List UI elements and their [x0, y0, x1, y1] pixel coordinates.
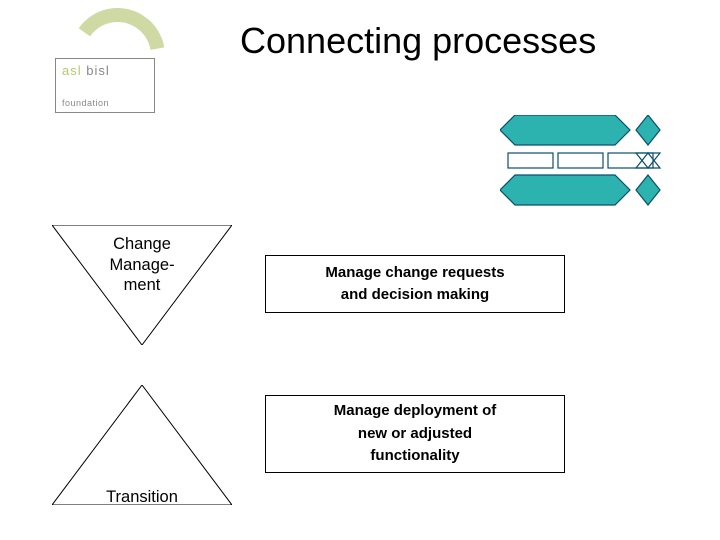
transition-triangle — [52, 385, 232, 505]
tri-down-small-icon — [636, 153, 660, 168]
logo-box: asl bisl foundation — [55, 58, 155, 113]
box2-line3: functionality — [370, 447, 459, 464]
mini-diagram — [500, 115, 690, 215]
hex-bottom-icon — [500, 175, 630, 205]
box1-line1: Manage change requests — [325, 264, 504, 281]
tri-up-small-icon — [636, 153, 660, 168]
logo-asl: asl — [62, 63, 82, 78]
change-mgmt-label: Change Manage- ment — [52, 234, 232, 296]
logo-main-text: asl bisl — [62, 63, 148, 78]
box2-line2: new or adjusted — [358, 425, 472, 442]
page-title: Connecting processes — [240, 20, 596, 62]
change-mgmt-line3: ment — [124, 276, 161, 294]
change-mgmt-line1: Change — [113, 235, 171, 253]
hex-top-icon — [500, 115, 630, 145]
diamond-bottom-icon — [636, 175, 660, 205]
box1-line2: and decision making — [341, 286, 489, 303]
box-deployment: Manage deployment of new or adjusted fun… — [265, 395, 565, 473]
triangle-up-icon — [52, 385, 232, 505]
change-mgmt-line2: Manage- — [109, 256, 174, 274]
rect-1-icon — [508, 153, 553, 168]
rect-2-icon — [558, 153, 603, 168]
box2-line1: Manage deployment of — [334, 402, 497, 419]
mini-diagram-svg — [500, 115, 690, 215]
diamond-top-icon — [636, 115, 660, 145]
transition-label: Transition — [52, 488, 232, 507]
logo: asl bisl foundation — [55, 18, 155, 113]
box-change-requests: Manage change requests and decision maki… — [265, 255, 565, 313]
logo-subtext: foundation — [62, 98, 148, 108]
logo-bisl: bisl — [82, 63, 110, 78]
